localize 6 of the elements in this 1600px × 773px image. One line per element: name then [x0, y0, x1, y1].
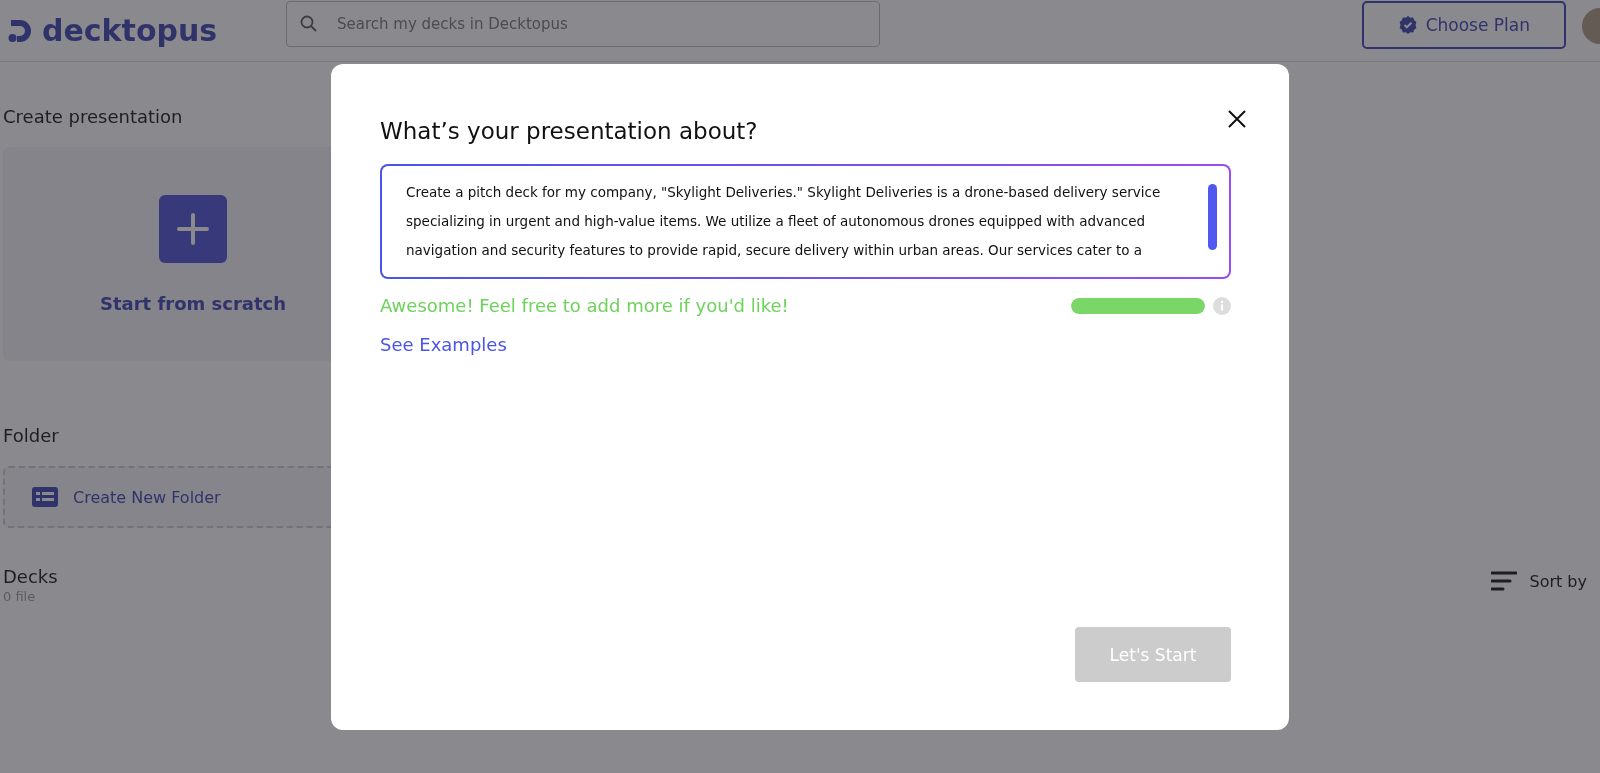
section-title: Folder [3, 425, 59, 446]
section-title: Decks [3, 566, 58, 587]
section-title: Create presentation [3, 106, 183, 127]
feedback-message: Awesome! Feel free to add more if you'd like! [380, 295, 790, 316]
dialog-title: What’s your presentation about? [380, 118, 758, 144]
card-label: Start from scratch [99, 292, 287, 314]
